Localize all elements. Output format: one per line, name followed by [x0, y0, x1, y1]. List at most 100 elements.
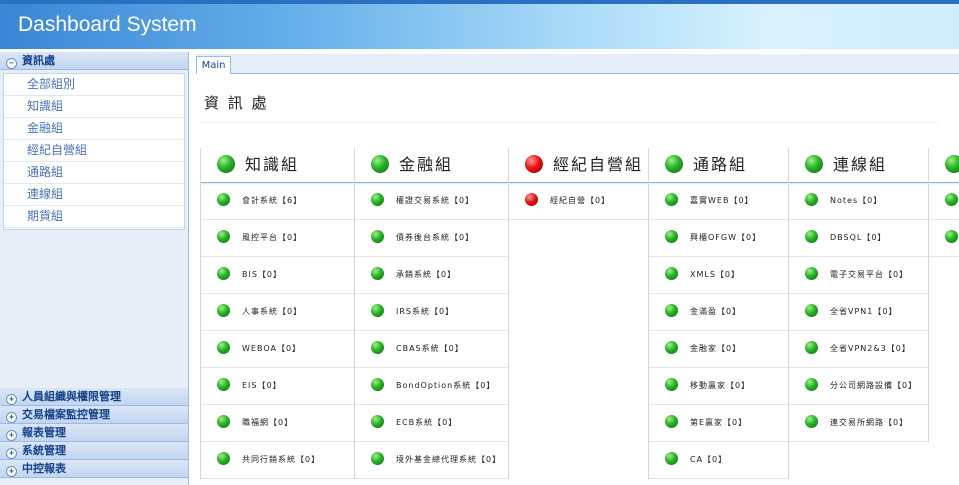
sidebar-section[interactable]: + 報表管理 [0, 424, 188, 442]
system-status-row[interactable] [929, 183, 959, 220]
system-status-row[interactable]: BondOption系統【0】 [355, 368, 508, 405]
system-status-row[interactable]: 金融家【0】 [649, 331, 788, 368]
system-status-row[interactable]: 債券後台系統【0】 [355, 220, 508, 257]
sidebar-item[interactable]: 知識組 [4, 96, 184, 118]
tab-main[interactable]: Main [196, 56, 231, 74]
system-status-row[interactable]: 連交易所網路【0】 [789, 405, 928, 442]
sidebar-section-active[interactable]: − 資訊處 [0, 52, 188, 70]
status-light-icon [665, 415, 678, 428]
system-status-row[interactable]: 第E贏家【0】 [649, 405, 788, 442]
system-status-row[interactable]: 興櫃OFGW【0】 [649, 220, 788, 257]
expand-icon[interactable]: + [6, 448, 17, 459]
system-status-row[interactable]: ECB系統【0】 [355, 405, 508, 442]
system-status-row[interactable] [929, 220, 959, 257]
system-status-row[interactable]: XMLS【0】 [649, 257, 788, 294]
system-status-row[interactable]: 風控平台【0】 [201, 220, 354, 257]
system-status-row[interactable]: Notes【0】 [789, 183, 928, 220]
system-status-row[interactable]: 承銷系統【0】 [355, 257, 508, 294]
system-label: CA【0】 [690, 455, 728, 464]
system-status-row[interactable]: IRS系統【0】 [355, 294, 508, 331]
system-status-row[interactable]: CA【0】 [649, 442, 788, 479]
status-light-icon [525, 155, 543, 173]
expand-icon[interactable]: + [6, 466, 17, 477]
group-header[interactable]: 經紀自營組 [509, 148, 648, 183]
system-status-row[interactable]: 共同行銷系統【0】 [201, 442, 354, 479]
group-header[interactable]: 知識組 [201, 148, 354, 183]
system-label: 債券後台系統【0】 [396, 233, 475, 242]
system-status-row[interactable]: CBAS系統【0】 [355, 331, 508, 368]
system-label: ECB系統【0】 [396, 418, 458, 427]
status-light-icon [805, 267, 818, 280]
system-status-row[interactable]: 人事系統【0】 [201, 294, 354, 331]
group-header[interactable]: 連線組 [789, 148, 928, 183]
system-label: DBSQL【0】 [830, 233, 887, 242]
sidebar-item[interactable]: 經紀自營組 [4, 140, 184, 162]
system-status-row[interactable]: 權證交易系統【0】 [355, 183, 508, 220]
system-status-row[interactable]: 分公司網路設備【0】 [789, 368, 928, 405]
sidebar-section[interactable]: + 中控報表 [0, 460, 188, 478]
sidebar-menu-panel: 全部組別 知識組 金融組 經紀自營組 通路組 連線組 期貨組 [3, 73, 185, 230]
status-light-icon [665, 452, 678, 465]
status-light-icon [665, 267, 678, 280]
sidebar-item[interactable]: 期貨組 [4, 206, 184, 228]
sidebar-section-label: 中控報表 [22, 462, 66, 475]
sidebar-section-label: 資訊處 [22, 54, 55, 67]
system-status-row[interactable]: 經紀自營【0】 [509, 183, 648, 220]
status-light-icon [371, 415, 384, 428]
system-status-row[interactable]: 職福網【0】 [201, 405, 354, 442]
status-light-icon [665, 378, 678, 391]
expand-icon[interactable]: + [6, 412, 17, 423]
system-label: 共同行銷系統【0】 [242, 455, 321, 464]
system-status-row[interactable]: 金滿盈【0】 [649, 294, 788, 331]
system-label: 嘉實WEB【0】 [690, 196, 754, 205]
sidebar-sections: + 人員組織與權限管理 + 交易檔案監控管理 + 報表管理 + 系統管理 + 中控報表 [0, 388, 188, 478]
system-status-row[interactable]: 電子交易平台【0】 [789, 257, 928, 294]
status-light-icon [371, 378, 384, 391]
expand-icon[interactable]: + [6, 430, 17, 441]
system-status-row[interactable]: 境外基金總代理系統【0】 [355, 442, 508, 479]
status-light-icon [805, 341, 818, 354]
status-light-icon [217, 155, 235, 173]
sidebar-item[interactable]: 連線組 [4, 184, 184, 206]
system-status-row[interactable]: 會計系統【6】 [201, 183, 354, 220]
system-label: 興櫃OFGW【0】 [690, 233, 762, 242]
status-light-icon [217, 230, 230, 243]
sidebar-item[interactable]: 通路組 [4, 162, 184, 184]
status-light-icon [945, 155, 959, 173]
collapse-icon[interactable]: − [6, 58, 17, 69]
system-label: EIS【0】 [242, 381, 282, 390]
status-light-icon [665, 341, 678, 354]
group-header[interactable]: 金融組 [355, 148, 508, 183]
system-status-row[interactable]: WEBOA【0】 [201, 331, 354, 368]
main-content: 資 訊 處 知識組 會計系統【6】 風控平台【0】 BIS【0】人事系統【0】 WEBO… [196, 74, 959, 485]
system-label: BIS【0】 [242, 270, 283, 279]
sidebar-item[interactable]: 全部組別 [4, 74, 184, 96]
status-light-icon [371, 193, 384, 206]
page-title: 資 訊 處 [204, 94, 269, 112]
group-header[interactable] [929, 148, 959, 183]
system-label: 全省VPN2&3【0】 [830, 344, 911, 353]
system-status-row[interactable]: 嘉實WEB【0】 [649, 183, 788, 220]
system-label: 移動贏家【0】 [690, 381, 751, 390]
status-light-icon [217, 452, 230, 465]
system-label: 金融家【0】 [690, 344, 742, 353]
system-status-row[interactable]: 全省VPN1【0】 [789, 294, 928, 331]
status-light-icon [665, 304, 678, 317]
system-status-row[interactable]: DBSQL【0】 [789, 220, 928, 257]
sidebar-section[interactable]: + 系統管理 [0, 442, 188, 460]
system-label: 連交易所網路【0】 [830, 418, 909, 427]
sidebar-section[interactable]: + 人員組織與權限管理 [0, 388, 188, 406]
system-label: 電子交易平台【0】 [830, 270, 909, 279]
status-light-icon [217, 341, 230, 354]
system-status-row[interactable]: 全省VPN2&3【0】 [789, 331, 928, 368]
system-status-row[interactable]: BIS【0】 [201, 257, 354, 294]
expand-icon[interactable]: + [6, 394, 17, 405]
status-light-icon [371, 155, 389, 173]
system-status-row[interactable]: EIS【0】 [201, 368, 354, 405]
group-header[interactable]: 通路組 [649, 148, 788, 183]
system-label: 人事系統【0】 [242, 307, 303, 316]
sidebar-item[interactable]: 金融組 [4, 118, 184, 140]
status-light-icon [945, 230, 958, 243]
system-status-row[interactable]: 移動贏家【0】 [649, 368, 788, 405]
sidebar-section[interactable]: + 交易檔案監控管理 [0, 406, 188, 424]
